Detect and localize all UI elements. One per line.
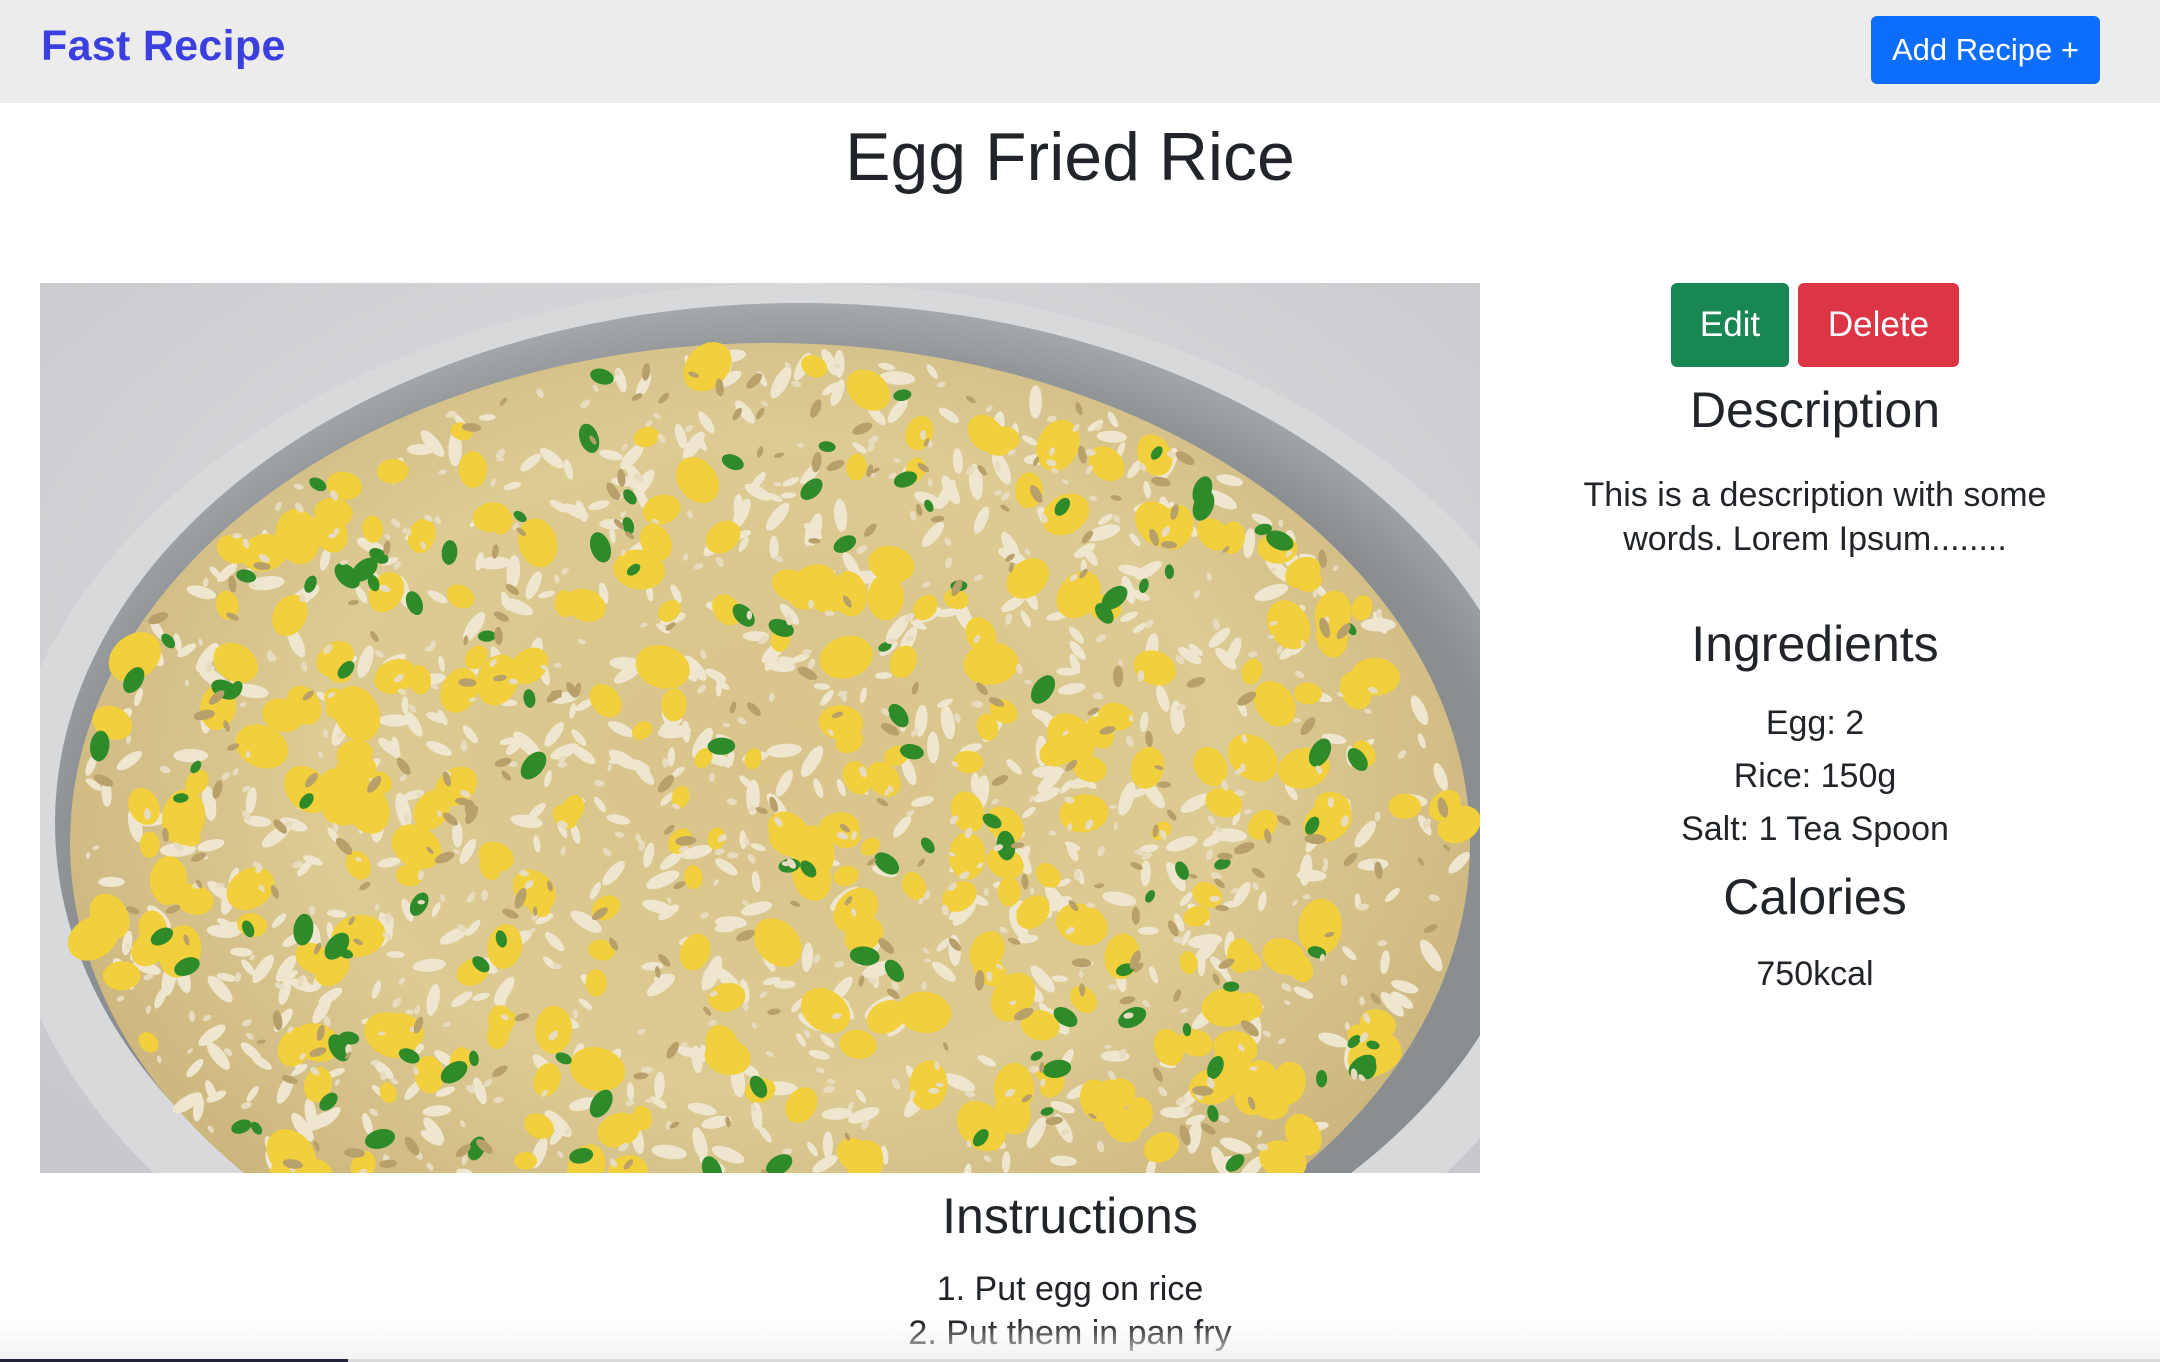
ingredients-list: Egg: 2 Rice: 150g Salt: 1 Tea Spoon	[1530, 697, 2100, 856]
navbar: Fast Recipe Add Recipe +	[0, 0, 2160, 103]
calories-value: 750kcal	[1756, 955, 1874, 993]
edit-button[interactable]: Edit	[1671, 283, 1789, 367]
instructions-heading: Instructions	[942, 1188, 1198, 1244]
add-recipe-button[interactable]: Add Recipe +	[1871, 16, 2100, 84]
recipe-details: Edit Delete Description This is a descri…	[1530, 283, 2100, 996]
description-heading: Description	[1689, 382, 1941, 438]
description-text: This is a description with some words. L…	[1583, 476, 2047, 558]
ingredient-item: Salt: 1 Tea Spoon	[1681, 810, 1949, 848]
ingredient-item: Rice: 150g	[1733, 757, 1897, 795]
ingredient-item: Egg: 2	[1765, 704, 1865, 742]
delete-button[interactable]: Delete	[1798, 283, 1959, 367]
calories-heading: Calories	[1723, 869, 1907, 925]
instruction-step: 1. Put egg on rice	[936, 1270, 1204, 1308]
ingredients-heading: Ingredients	[1691, 616, 1939, 672]
action-buttons: Edit Delete	[1530, 283, 2100, 367]
recipe-image	[40, 283, 1480, 1173]
bottom-shadow	[0, 1322, 2160, 1362]
recipe-title: Egg Fried Rice	[845, 119, 1295, 195]
brand-link[interactable]: Fast Recipe	[41, 22, 286, 71]
